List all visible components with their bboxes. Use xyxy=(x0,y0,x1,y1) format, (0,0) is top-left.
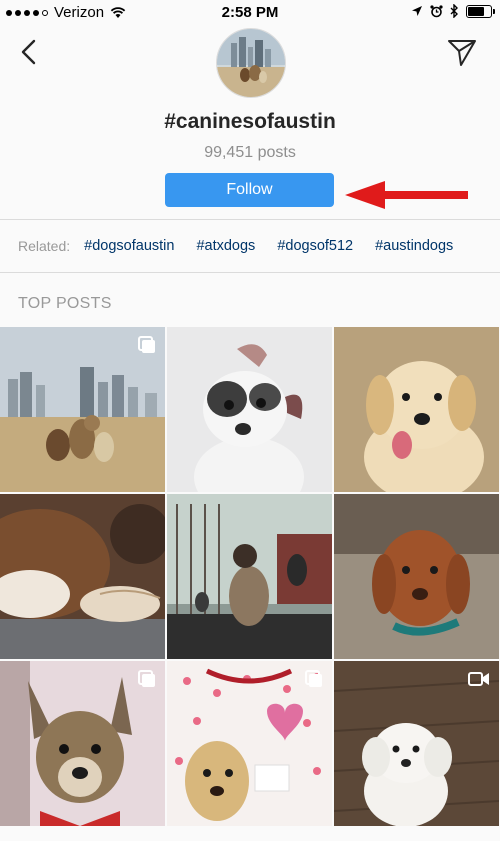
top-posts-heading: TOP POSTS xyxy=(18,295,112,312)
related-tag-austindogs[interactable]: #austindogs xyxy=(375,238,453,254)
alarm-icon xyxy=(430,4,443,17)
follow-button[interactable]: Follow xyxy=(165,173,334,207)
post-tile-pitbull-puppy[interactable] xyxy=(167,327,332,492)
post-tile-dog-and-cats-window[interactable] xyxy=(167,494,332,659)
chevron-left-icon[interactable] xyxy=(14,36,46,68)
post-tile-golden-puppy[interactable] xyxy=(334,327,499,492)
post-tile-dog-with-bandana[interactable] xyxy=(0,661,165,826)
paper-plane-icon[interactable] xyxy=(446,36,478,68)
location-icon xyxy=(412,6,422,16)
video-icon xyxy=(468,672,489,686)
post-tile-lab-valentines[interactable] xyxy=(167,661,332,826)
status-bar: Verizon 2:58 PM xyxy=(0,0,500,26)
battery-icon xyxy=(466,4,495,18)
post-tile-wet-golden-dog[interactable] xyxy=(334,494,499,659)
post-tile-dogs-skyline[interactable] xyxy=(0,327,165,492)
bluetooth-icon xyxy=(450,4,458,18)
related-tag-dogsofaustin[interactable]: #dogsofaustin xyxy=(84,238,174,254)
hashtag-title: #caninesofaustin xyxy=(164,110,336,133)
related-label: Related: xyxy=(18,238,71,254)
red-arrow-annotation xyxy=(345,181,468,209)
related-tag-atxdogs[interactable]: #atxdogs xyxy=(196,238,255,254)
multiple-photos-icon xyxy=(138,336,155,353)
related-tag-dogsof512[interactable]: #dogsof512 xyxy=(277,238,353,254)
post-tile-white-poodle[interactable] xyxy=(334,661,499,826)
multiple-photos-icon xyxy=(305,670,322,687)
related-hashtags-bar: Related: #dogsofaustin #atxdogs #dogsof5… xyxy=(0,219,500,273)
hashtag-avatar xyxy=(216,28,286,98)
post-tile-sleeping-boxer[interactable] xyxy=(0,494,165,659)
multiple-photos-icon xyxy=(138,670,155,687)
post-count: 99,451 posts xyxy=(204,144,296,161)
